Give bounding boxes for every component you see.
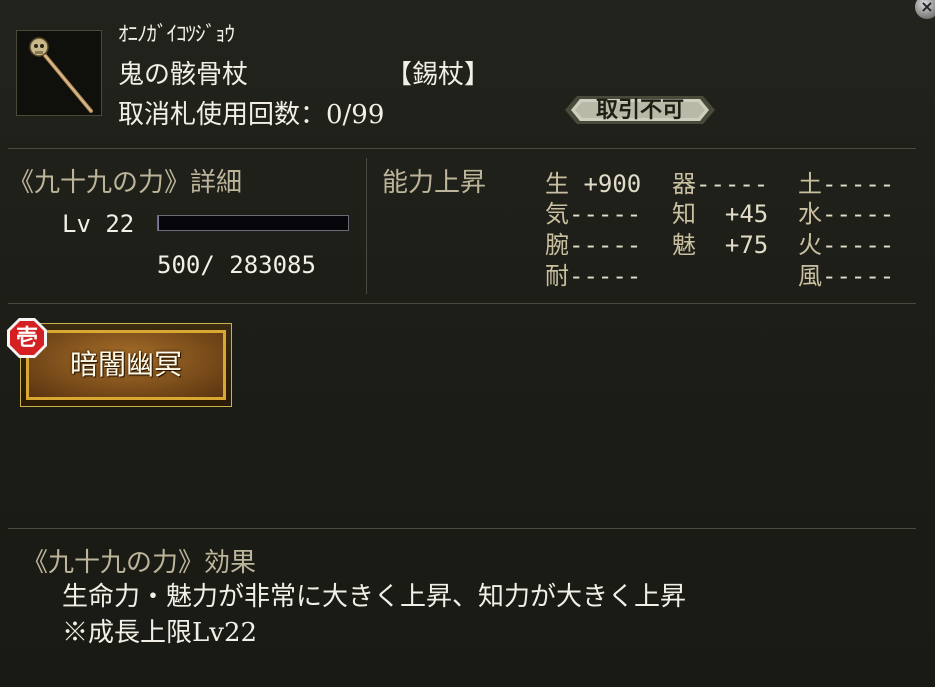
stat-label: 気 (545, 200, 569, 228)
stat-value: ----- (569, 262, 642, 290)
skill-button-ankoku-yumei[interactable]: 暗闇幽冥 壱 (7, 318, 232, 407)
divider-bottom (8, 528, 916, 529)
skill-name: 暗闇幽冥 (69, 348, 182, 381)
stat-arm: 腕----- (545, 225, 641, 260)
stat-endurance: 耐----- (545, 256, 641, 291)
stat-label: 耐 (545, 262, 569, 290)
stat-value: ----- (569, 200, 642, 228)
stat-label: 火 (798, 231, 822, 259)
divider-middle (8, 303, 916, 304)
exp-text: 500/ 283085 (157, 251, 316, 279)
stat-label: 水 (798, 200, 822, 228)
tsukumo-effect-title: 《九十九の力》効果 (22, 548, 257, 578)
item-name: 鬼の骸骨杖 (118, 60, 249, 90)
skull-staff-icon (29, 37, 93, 113)
exp-progress-bar (157, 215, 349, 231)
stat-value: ----- (822, 231, 895, 259)
divider-top (8, 148, 916, 149)
stat-intelligence: 知 +45 (672, 194, 768, 229)
tsukumo-level: Lv 22 (62, 210, 135, 238)
item-icon-frame (16, 30, 102, 116)
stat-water: 水----- (798, 194, 894, 229)
stat-label: 魅 (672, 231, 696, 259)
stat-ki: 気----- (545, 194, 641, 229)
stat-fire: 火----- (798, 225, 894, 260)
stat-value: ----- (822, 262, 895, 290)
item-kana: ｵﾆﾉｶﾞｲｺﾂｼﾞｮｳ (118, 22, 235, 46)
cancel-card-uses: 取消札使用回数：0/99 (118, 100, 385, 130)
skill-rank-badge: 壱 (6, 317, 48, 359)
item-detail-panel: × ｵﾆﾉｶﾞｲｺﾂｼﾞｮｳ 鬼の骸骨杖 【錫杖】 取消札使用回数：0/99 取… (0, 0, 935, 687)
untradeable-badge: 取引不可 (565, 96, 715, 124)
close-button[interactable]: × (914, 0, 935, 20)
divider-vertical (366, 158, 367, 294)
stat-value: +45 (696, 200, 769, 228)
tsukumo-detail-title: 《九十九の力》詳細 (8, 168, 243, 198)
tsukumo-effect-description: 生命力・魅力が非常に大きく上昇、知力が大きく上昇 (62, 582, 687, 612)
stat-value: ----- (569, 231, 642, 259)
stat-value: ----- (822, 200, 895, 228)
stat-label: 腕 (545, 231, 569, 259)
close-icon: × (920, 0, 934, 16)
stat-value: +75 (696, 231, 769, 259)
stat-bonus-title: 能力上昇 (382, 168, 487, 198)
growth-cap-note: ※成長上限Lv22 (62, 618, 258, 648)
item-type: 【錫杖】 (386, 60, 491, 90)
stat-wind: 風----- (798, 256, 894, 291)
stat-label: 知 (672, 200, 696, 228)
stat-charm: 魅 +75 (672, 225, 768, 260)
skill-rank-label: 壱 (15, 325, 38, 351)
stat-label: 風 (798, 262, 822, 290)
untradeable-label: 取引不可 (595, 97, 684, 123)
